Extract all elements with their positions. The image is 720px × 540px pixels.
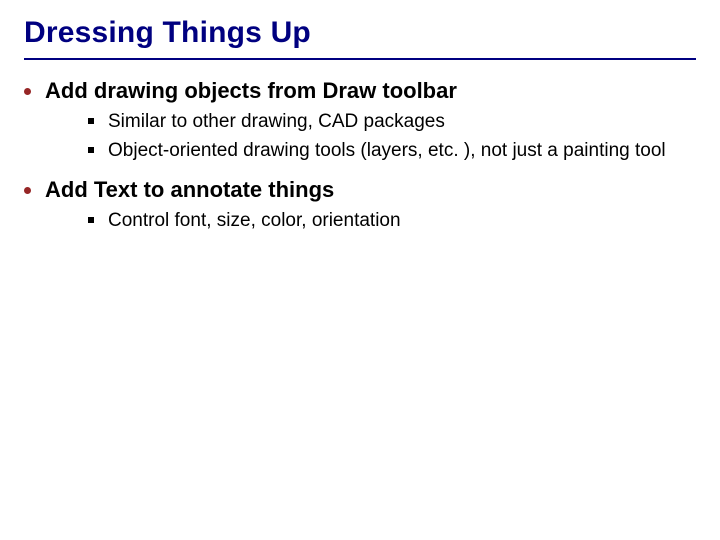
- page-title: Dressing Things Up: [24, 16, 696, 50]
- section-heading: Add drawing objects from Draw toolbar: [45, 78, 457, 104]
- square-bullet-icon: [88, 217, 94, 223]
- bullet-section-2: Add Text to annotate things: [24, 177, 696, 203]
- sub-bullet-text: Control font, size, color, orientation: [108, 209, 401, 234]
- square-bullet-icon: [88, 118, 94, 124]
- sub-bullet-item: Control font, size, color, orientation: [88, 209, 696, 234]
- square-bullet-icon: [88, 147, 94, 153]
- bullet-dot-icon: [24, 187, 31, 194]
- title-rule: [24, 58, 696, 60]
- sub-bullet-list-1: Similar to other drawing, CAD packages O…: [88, 110, 696, 163]
- slide: Dressing Things Up Add drawing objects f…: [0, 0, 720, 540]
- bullet-dot-icon: [24, 88, 31, 95]
- sub-bullet-item: Object-oriented drawing tools (layers, e…: [88, 139, 696, 164]
- sub-bullet-list-2: Control font, size, color, orientation: [88, 209, 696, 234]
- sub-bullet-text: Object-oriented drawing tools (layers, e…: [108, 139, 666, 164]
- sub-bullet-item: Similar to other drawing, CAD packages: [88, 110, 696, 135]
- bullet-section-1: Add drawing objects from Draw toolbar: [24, 78, 696, 104]
- section-heading: Add Text to annotate things: [45, 177, 334, 203]
- sub-bullet-text: Similar to other drawing, CAD packages: [108, 110, 445, 135]
